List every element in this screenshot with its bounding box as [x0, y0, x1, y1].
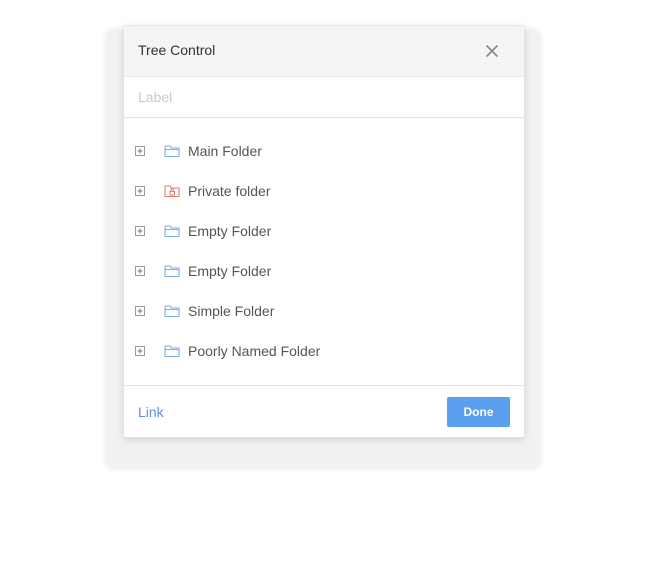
close-icon	[486, 45, 498, 57]
tree-item-simple-folder[interactable]: Simple Folder	[124, 292, 524, 332]
tree-item-label: Main Folder	[188, 143, 262, 159]
tree-control-dialog: Tree Control Main Folder	[123, 25, 525, 438]
plus-square-icon[interactable]	[135, 346, 145, 356]
close-button[interactable]	[481, 40, 503, 62]
folder-icon	[164, 265, 180, 278]
dialog-footer: Link Done	[124, 385, 524, 437]
label-field-row	[124, 77, 524, 118]
plus-square-icon[interactable]	[135, 186, 145, 196]
plus-square-icon[interactable]	[135, 146, 145, 156]
tree-item-main-folder[interactable]: Main Folder	[124, 132, 524, 172]
locked-folder-icon	[164, 185, 180, 198]
tree-item-label: Empty Folder	[188, 263, 272, 279]
folder-icon	[164, 225, 180, 238]
dialog-title: Tree Control	[138, 42, 216, 58]
tree-item-empty-folder[interactable]: Empty Folder	[124, 252, 524, 292]
plus-square-icon[interactable]	[135, 226, 145, 236]
tree-item-label: Simple Folder	[188, 303, 275, 319]
tree-item-poorly-named-folder[interactable]: Poorly Named Folder	[124, 332, 524, 372]
label-input[interactable]	[138, 87, 508, 107]
dialog-header: Tree Control	[124, 26, 524, 77]
plus-square-icon[interactable]	[135, 306, 145, 316]
footer-link[interactable]: Link	[138, 404, 164, 420]
tree-item-private-folder[interactable]: Private folder	[124, 172, 524, 212]
folder-icon	[164, 345, 180, 358]
plus-square-icon[interactable]	[135, 266, 145, 276]
tree-item-empty-folder[interactable]: Empty Folder	[124, 212, 524, 252]
tree-item-label: Empty Folder	[188, 223, 272, 239]
folder-tree: Main Folder Private folder Empty Folder …	[124, 132, 524, 372]
done-button[interactable]: Done	[447, 397, 510, 427]
folder-icon	[164, 305, 180, 318]
tree-item-label: Poorly Named Folder	[188, 343, 321, 359]
tree-item-label: Private folder	[188, 183, 271, 199]
folder-icon	[164, 145, 180, 158]
